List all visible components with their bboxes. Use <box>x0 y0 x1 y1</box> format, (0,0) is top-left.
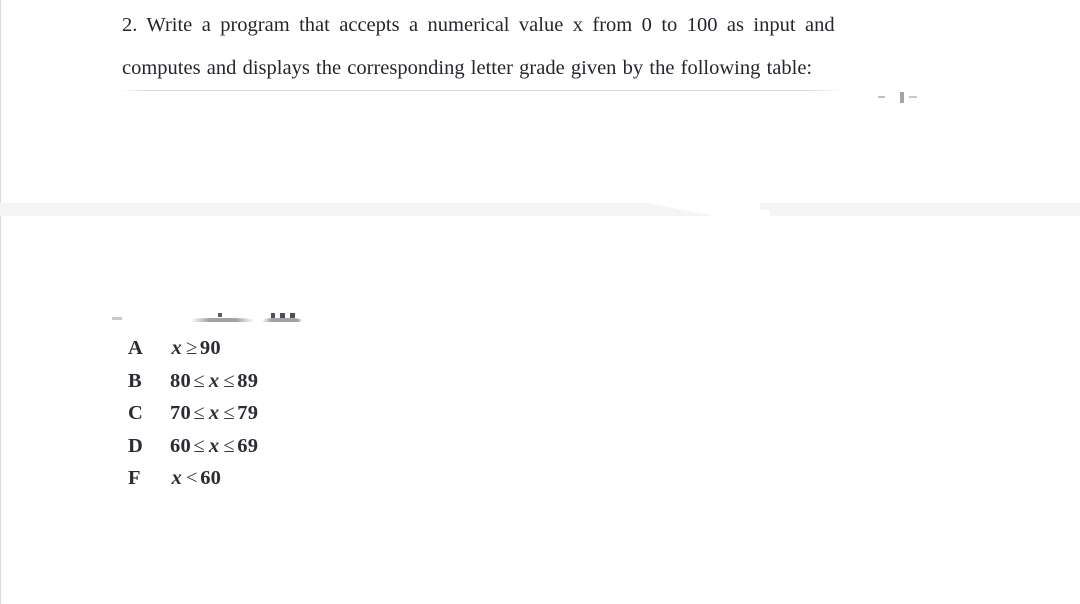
grade-letter: B <box>128 369 142 392</box>
remnant-header-word-2-dots <box>271 313 301 318</box>
range-relation: ≥ <box>185 337 198 359</box>
range-upper-bound: 60 <box>200 467 222 489</box>
range-lower-bound: 60 <box>170 434 191 457</box>
range-upper-bound: 89 <box>237 369 259 392</box>
table-row: D 60 ≤ x ≤69 <box>128 435 258 468</box>
range-variable: x <box>208 369 220 392</box>
range-variable: x <box>208 434 220 457</box>
range-lower-relation: ≤ <box>193 402 205 424</box>
remnant-mark-3 <box>909 96 917 98</box>
faint-horizontal-rule <box>120 90 844 91</box>
grade-letter: C <box>128 402 143 424</box>
range-lower-relation: ≤ <box>193 369 205 392</box>
remnant-header-word-1-dot <box>218 313 222 317</box>
range-variable: x <box>208 402 220 424</box>
table-row: C 70 ≤ x ≤79 <box>128 402 258 435</box>
remnant-header-word-1 <box>190 318 254 322</box>
range-variable: x <box>171 467 182 489</box>
question-line-2: computes and displays the corresponding … <box>122 57 813 79</box>
grade-range: 80 ≤ x ≤89 <box>170 370 258 403</box>
range-upper-bound: 79 <box>237 402 259 424</box>
remnant-header-word-2 <box>262 318 302 322</box>
remnant-mark-1 <box>878 96 885 98</box>
scan-band-notch-right <box>760 203 820 210</box>
range-upper-bound: 90 <box>199 337 221 359</box>
range-lower-bound: 70 <box>170 402 191 424</box>
cropped-glyph-remnants-top-right <box>878 92 934 104</box>
range-relation: ≤ <box>223 402 235 424</box>
question-text: 2. Write a program that accepts a numeri… <box>122 4 978 90</box>
range-lower-bound: 80 <box>170 369 191 392</box>
grade-letter: A <box>128 337 143 359</box>
grade-letter: D <box>128 434 143 457</box>
table-header-cropped-remnants <box>108 312 302 326</box>
remnant-dash-mark <box>112 317 122 320</box>
scan-band-artifact <box>0 203 1080 216</box>
grade-table-body: A x ≥90 B 80 ≤ x ≤89 C 70 ≤ x ≤79 D 60 ≤ x ≤69 F <box>128 337 258 500</box>
table-row: F x <60 <box>128 467 258 500</box>
question-line-1: 2. Write a program that accepts a numeri… <box>122 14 835 36</box>
grade-range: 60 ≤ x ≤69 <box>170 435 258 468</box>
table-row: B 80 ≤ x ≤89 <box>128 370 258 403</box>
range-relation: ≤ <box>223 434 235 457</box>
grade-letter: F <box>128 467 141 489</box>
grade-range: 70 ≤ x ≤79 <box>170 402 258 435</box>
range-variable: x <box>171 337 182 359</box>
range-relation: < <box>185 467 198 489</box>
grade-range: x <60 <box>170 467 258 500</box>
table-row: A x ≥90 <box>128 337 258 370</box>
grade-range: x ≥90 <box>170 337 258 370</box>
remnant-mark-2 <box>900 92 904 103</box>
range-lower-relation: ≤ <box>193 434 205 457</box>
grade-table: A x ≥90 B 80 ≤ x ≤89 C 70 ≤ x ≤79 D 60 ≤ x ≤69 F <box>128 337 258 500</box>
range-relation: ≤ <box>223 369 235 392</box>
range-upper-bound: 69 <box>237 434 259 457</box>
page-left-edge-border <box>0 0 1 604</box>
